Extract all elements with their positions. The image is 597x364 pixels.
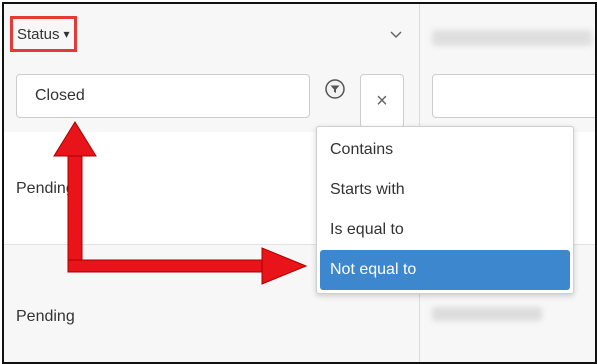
blurred-column-title [432, 30, 592, 46]
clear-filter-button[interactable]: × [360, 74, 404, 128]
blurred-cell [432, 307, 542, 321]
status-column-header[interactable]: Status ▾ [10, 16, 77, 52]
filter-row: × [4, 66, 595, 133]
operator-option-contains[interactable]: Contains [320, 130, 570, 170]
operator-option-starts-with[interactable]: Starts with [320, 170, 570, 210]
status-cell: Pending [16, 308, 75, 325]
sort-caret-icon: ▾ [63, 27, 70, 41]
grid-frame: Status ▾ × Pending Pending Contains [2, 2, 597, 364]
close-icon: × [376, 89, 388, 112]
funnel-icon [325, 79, 345, 99]
operator-option-is-equal-to[interactable]: Is equal to [320, 210, 570, 250]
filter-operator-dropdown: Contains Starts with Is equal to Not equ… [316, 126, 574, 294]
chevron-down-icon[interactable] [388, 26, 404, 42]
status-filter-input[interactable] [16, 74, 310, 118]
status-cell: Pending [16, 180, 75, 197]
operator-option-not-equal-to[interactable]: Not equal to [320, 250, 570, 290]
column-header-row: Status ▾ [4, 4, 595, 67]
filter-operator-button[interactable] [316, 74, 354, 104]
status-header-label: Status [17, 25, 60, 43]
next-column-filter-input[interactable] [432, 74, 595, 118]
